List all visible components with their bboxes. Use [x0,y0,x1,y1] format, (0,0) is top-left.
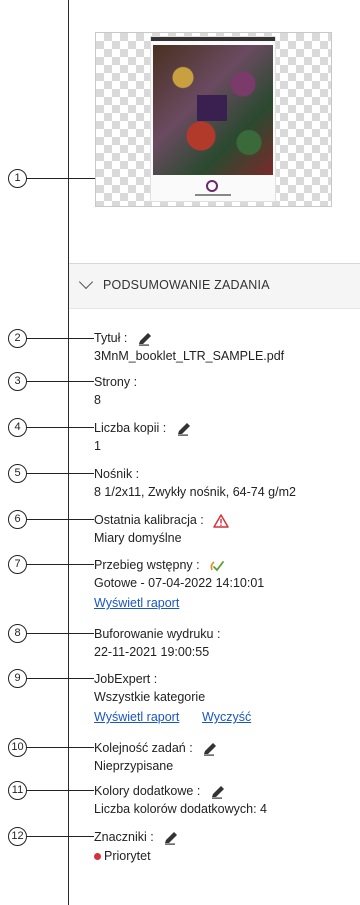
job-order-value: Nieprzypisane [94,759,174,773]
preflight-label: Przebieg wstępny : [94,558,225,573]
callout-1-leader [27,178,95,179]
copies-label: Liczba kopii : [94,421,192,436]
callout-9-leader [27,678,94,679]
callout-2: 2 [8,329,27,348]
preflight-check-icon [210,560,224,572]
jobexpert-clear-link[interactable]: Wyczyść [202,710,251,724]
job-summary-header[interactable]: PODSUMOWANIE ZADANIA [69,264,360,309]
callout-8-leader [27,633,94,634]
callout-10-leader [27,747,94,748]
edit-copies-pencil-icon[interactable] [176,422,192,436]
callout-7: 7 [8,555,27,574]
callout-12-leader [27,836,94,837]
priority-dot-icon [94,853,101,861]
callout-11: 11 [8,781,27,800]
spot-colors-value: Liczba kolorów dodatkowych: 4 [94,802,268,816]
callout-9: 9 [8,669,27,688]
edit-title-pencil-icon[interactable] [137,332,153,346]
chevron-down-icon[interactable] [78,274,94,290]
callout-12: 12 [8,827,27,846]
booklet-cover-image [151,37,275,201]
callout-1: 1 [8,169,27,188]
edit-tags-pencil-icon[interactable] [163,831,179,845]
spooling-value: 22-11-2021 19:00:55 [94,645,210,659]
spot-colors-label: Kolory dodatkowe : [94,784,226,799]
callout-5: 5 [8,464,27,483]
callout-3: 3 [8,372,27,391]
callout-10: 10 [8,738,27,757]
media-label: Nośnik : [94,467,140,481]
job-summary-title: PODSUMOWANIE ZADANIA [103,278,270,292]
callout-2-leader [27,338,94,339]
preflight-view-report-link[interactable]: Wyświetl raport [94,596,179,610]
jobexpert-view-report-link[interactable]: Wyświetl raport [94,710,179,724]
edit-spot-colors-pencil-icon[interactable] [210,785,226,799]
title-label: Tytuł : [94,331,153,346]
media-value: 8 1/2x11, Zwykły nośnik, 64-74 g/m2 [94,485,296,499]
tag-priority: Priorytet [94,849,151,863]
callout-6: 6 [8,510,27,529]
preflight-value: Gotowe - 07-04-2022 14:10:01 [94,576,265,590]
spooling-label: Buforowanie wydruku : [94,627,221,641]
calibration-value: Miary domyślne [94,531,182,545]
panel-left-border [68,0,69,905]
pages-label: Strony : [94,375,138,389]
calibration-label: Ostatnia kalibracja : [94,513,230,528]
callout-7-leader [27,564,94,565]
title-value: 3MnM_booklet_LTR_SAMPLE.pdf [94,349,285,363]
tags-label: Znaczniki : [94,830,179,845]
copies-value: 1 [94,439,101,453]
pages-value: 8 [94,393,101,407]
jobexpert-label: JobExpert : [94,672,158,686]
callout-6-leader [27,519,94,520]
job-order-label: Kolejność zadań : [94,741,218,756]
callout-5-leader [27,473,94,474]
warning-triangle-icon [213,513,230,528]
job-preview-thumbnail[interactable] [95,32,332,207]
callout-4: 4 [8,418,27,437]
callout-8: 8 [8,624,27,643]
edit-order-pencil-icon[interactable] [202,742,218,756]
callout-11-leader [27,790,94,791]
jobexpert-value: Wszystkie kategorie [94,690,206,704]
callout-3-leader [27,381,94,382]
callout-4-leader [27,427,94,428]
